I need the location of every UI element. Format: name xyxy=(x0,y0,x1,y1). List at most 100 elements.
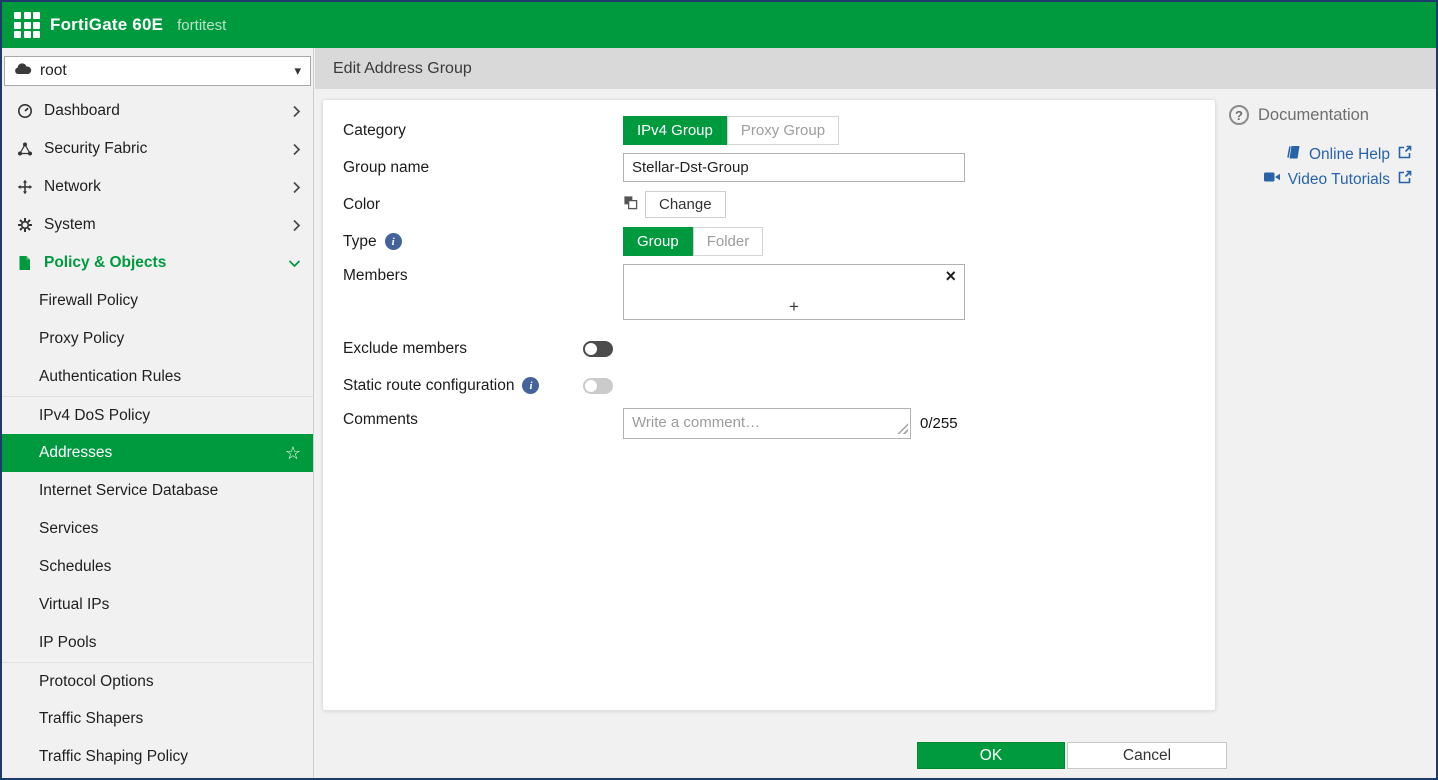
comments-char-counter: 0/255 xyxy=(920,415,958,432)
hostname: fortitest xyxy=(177,17,226,34)
group-name-row: Group name xyxy=(343,153,1195,182)
sidebar-item-label: Traffic Shaping Policy xyxy=(39,748,188,766)
product-name: FortiGate 60E xyxy=(50,15,163,35)
sidebar-item-proxy-policy[interactable]: Proxy Policy xyxy=(2,320,313,358)
sidebar-item-policy-objects[interactable]: Policy & Objects xyxy=(2,244,313,282)
external-link-icon xyxy=(1397,169,1413,190)
top-bar: FortiGate 60E fortitest xyxy=(2,2,1436,48)
vdom-selector[interactable]: root ▾ xyxy=(4,56,311,86)
sidebar-item-authentication-rules[interactable]: Authentication Rules xyxy=(2,358,313,396)
sidebar-item-virtual-ips[interactable]: Virtual IPs xyxy=(2,586,313,624)
sidebar-item-network[interactable]: Network xyxy=(2,168,313,206)
favorite-star-icon[interactable]: ☆ xyxy=(285,444,301,462)
comments-row: Comments 0/255 xyxy=(343,408,1195,439)
security-fabric-icon xyxy=(16,141,33,157)
sidebar-item-label: Internet Service Database xyxy=(39,482,218,500)
type-row: Type i Group Folder xyxy=(343,227,1195,256)
exclude-members-label-text: Exclude members xyxy=(343,340,467,358)
members-label: Members xyxy=(343,264,623,285)
edit-address-group-form: Category IPv4 Group Proxy Group Group na… xyxy=(322,99,1216,711)
color-label: Color xyxy=(343,196,623,214)
static-route-label-text: Static route configuration xyxy=(343,377,514,395)
sidebar-item-firewall-policy[interactable]: Firewall Policy xyxy=(2,282,313,320)
group-name-label: Group name xyxy=(343,159,623,177)
category-segmented-control: IPv4 Group Proxy Group xyxy=(623,116,839,145)
add-member-button[interactable]: + xyxy=(624,298,964,317)
exclude-members-row: Exclude members xyxy=(343,334,1195,363)
type-label-text: Type xyxy=(343,233,377,251)
sidebar-item-ipv4-dos-policy[interactable]: IPv4 DoS Policy xyxy=(2,396,313,434)
members-row: Members × + xyxy=(343,264,1195,320)
category-option-proxy-group[interactable]: Proxy Group xyxy=(727,116,839,145)
exclude-members-toggle[interactable] xyxy=(583,341,613,357)
video-camera-icon xyxy=(1263,170,1281,189)
group-name-input[interactable] xyxy=(623,153,965,182)
category-row: Category IPv4 Group Proxy Group xyxy=(343,116,1195,145)
static-route-row: Static route configuration i xyxy=(343,371,1195,400)
sidebar-item-system[interactable]: System xyxy=(2,206,313,244)
sidebar-item-dashboard[interactable]: Dashboard xyxy=(2,92,313,130)
form-actions: OK Cancel xyxy=(917,742,1227,769)
category-label: Category xyxy=(343,122,623,140)
gear-icon xyxy=(16,217,33,233)
comments-textarea[interactable] xyxy=(623,408,911,439)
fortinet-logo-icon xyxy=(14,12,40,38)
dashboard-icon xyxy=(16,103,33,119)
link-label: Video Tutorials xyxy=(1288,171,1390,189)
sidebar-item-label: Schedules xyxy=(39,558,111,576)
document-icon xyxy=(16,255,33,271)
info-icon: i xyxy=(385,233,402,250)
category-option-ipv4-group[interactable]: IPv4 Group xyxy=(623,116,727,145)
sidebar: root ▾ Dashboard Security Fabric xyxy=(2,48,314,778)
type-option-folder[interactable]: Folder xyxy=(693,227,764,256)
sidebar-item-traffic-shapers[interactable]: Traffic Shapers xyxy=(2,700,313,738)
color-change-button[interactable]: Change xyxy=(645,191,726,218)
type-option-group[interactable]: Group xyxy=(623,227,693,256)
sidebar-item-security-fabric[interactable]: Security Fabric xyxy=(2,130,313,168)
sidebar-item-label: Addresses xyxy=(39,444,112,462)
book-icon xyxy=(1286,144,1302,165)
sidebar-item-traffic-shaping-policy[interactable]: Traffic Shaping Policy xyxy=(2,738,313,776)
cloud-icon xyxy=(14,62,32,80)
video-tutorials-link[interactable]: Video Tutorials xyxy=(1263,169,1413,190)
caret-down-icon: ▾ xyxy=(294,63,301,79)
sidebar-item-label: Firewall Policy xyxy=(39,292,138,310)
chevron-right-icon xyxy=(292,219,301,232)
chevron-right-icon xyxy=(292,105,301,118)
comments-label: Comments xyxy=(343,408,623,429)
sidebar-item-schedules[interactable]: Schedules xyxy=(2,548,313,586)
static-route-toggle[interactable] xyxy=(583,378,613,394)
sidebar-item-label: System xyxy=(44,216,96,234)
color-swatch-icon xyxy=(623,195,638,215)
network-icon xyxy=(16,179,33,195)
info-icon: i xyxy=(522,377,539,394)
exclude-members-label: Exclude members xyxy=(343,340,623,358)
ok-button[interactable]: OK xyxy=(917,742,1065,769)
sidebar-item-internet-service-database[interactable]: Internet Service Database xyxy=(2,472,313,510)
sidebar-item-label: Virtual IPs xyxy=(39,596,109,614)
cancel-button[interactable]: Cancel xyxy=(1067,742,1227,769)
sidebar-item-label: Security Fabric xyxy=(44,140,147,158)
chevron-right-icon xyxy=(292,143,301,156)
sidebar-item-protocol-options[interactable]: Protocol Options xyxy=(2,662,313,700)
chevron-down-icon xyxy=(288,259,301,268)
sidebar-item-label: Traffic Shapers xyxy=(39,710,143,728)
vdom-label: root xyxy=(40,62,67,80)
color-row: Color Change xyxy=(343,190,1195,219)
sidebar-item-label: Protocol Options xyxy=(39,673,154,691)
app-window: FortiGate 60E fortitest root ▾ Dashboard… xyxy=(0,0,1438,780)
members-box[interactable]: × + xyxy=(623,264,965,320)
documentation-title: Documentation xyxy=(1258,106,1369,125)
sidebar-item-label: IPv4 DoS Policy xyxy=(39,407,150,425)
sidebar-item-services[interactable]: Services xyxy=(2,510,313,548)
sidebar-item-label: Dashboard xyxy=(44,102,120,120)
documentation-panel: ? Documentation Online Help Video Tutori… xyxy=(1229,105,1413,190)
page-title: Edit Address Group xyxy=(333,60,472,78)
clear-members-icon[interactable]: × xyxy=(945,266,956,288)
external-link-icon xyxy=(1397,144,1413,165)
sidebar-item-addresses[interactable]: Addresses ☆ xyxy=(2,434,313,472)
online-help-link[interactable]: Online Help xyxy=(1286,144,1413,165)
link-label: Online Help xyxy=(1309,146,1390,164)
sidebar-item-ip-pools[interactable]: IP Pools xyxy=(2,624,313,662)
sidebar-item-label: Proxy Policy xyxy=(39,330,124,348)
